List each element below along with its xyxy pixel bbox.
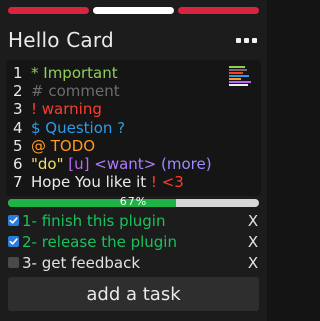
task-item: 2- release the plugin X — [8, 231, 259, 252]
note-text: $ Question ? — [31, 118, 126, 137]
progress-bar: 67% — [8, 195, 259, 208]
note-text: (more) — [161, 155, 212, 174]
line-number: 5 — [13, 136, 23, 155]
note-text: [u] — [68, 155, 95, 174]
note-text: ! <3 — [150, 173, 184, 192]
task-list: 1- finish this plugin X 2- release the plu… — [8, 210, 259, 273]
remove-task-button[interactable]: X — [247, 254, 259, 272]
note-text: ! warning — [31, 100, 102, 119]
note-text: "do" — [31, 155, 69, 174]
task-item: 1- finish this plugin X — [8, 210, 259, 231]
remove-task-button[interactable]: X — [247, 212, 259, 230]
note-text: @ TODO — [31, 136, 96, 155]
task-item: 3- get feedback X — [8, 252, 259, 273]
task-checkbox[interactable] — [8, 257, 19, 268]
card-header: Hello Card — [8, 26, 257, 54]
remove-task-button[interactable]: X — [247, 233, 259, 251]
card: Hello Card 1 * Important 2 # comment 3 ! warn… — [0, 0, 267, 321]
note-line: 6 "do" [u] <want> (more) — [13, 155, 212, 173]
task-label: 3- get feedback — [22, 253, 141, 272]
note-line: 7 Hope You like it ! <3 — [13, 173, 212, 191]
tab-1[interactable] — [8, 7, 89, 14]
line-number: 7 — [13, 173, 23, 192]
add-task-button[interactable]: add a task — [8, 277, 259, 311]
card-tabs — [8, 7, 259, 15]
line-number: 1 — [13, 64, 23, 82]
note-line: 5 @ TODO — [13, 137, 212, 155]
minimap — [229, 66, 253, 86]
more-horizontal-icon[interactable] — [236, 37, 257, 43]
note-line: 3 ! warning — [13, 100, 212, 118]
note-line: 2 # comment — [13, 82, 212, 100]
line-number: 4 — [13, 118, 23, 137]
task-checkbox[interactable] — [8, 236, 19, 247]
progress-label: 67% — [119, 195, 148, 208]
note-text: <want> — [94, 155, 162, 174]
note-editor[interactable]: 1 * Important 2 # comment 3 ! warning 4 $ Quest… — [6, 60, 261, 196]
note-text: * Important — [31, 64, 118, 82]
note-line: 4 $ Question ? — [13, 119, 212, 137]
task-label: 2- release the plugin — [22, 232, 177, 251]
tab-2[interactable] — [93, 7, 174, 14]
task-checkbox[interactable] — [8, 215, 19, 226]
note-text: Hope You like it — [31, 173, 151, 192]
note-lines: 1 * Important 2 # comment 3 ! warning 4 $ Quest… — [13, 64, 212, 191]
tab-3[interactable] — [178, 7, 259, 14]
card-title: Hello Card — [8, 28, 114, 52]
task-label: 1- finish this plugin — [22, 211, 166, 230]
note-text: # comment — [31, 82, 120, 101]
line-number: 2 — [13, 82, 23, 101]
line-number: 3 — [13, 100, 23, 119]
note-line: 1 * Important — [13, 64, 212, 82]
line-number: 6 — [13, 155, 23, 174]
